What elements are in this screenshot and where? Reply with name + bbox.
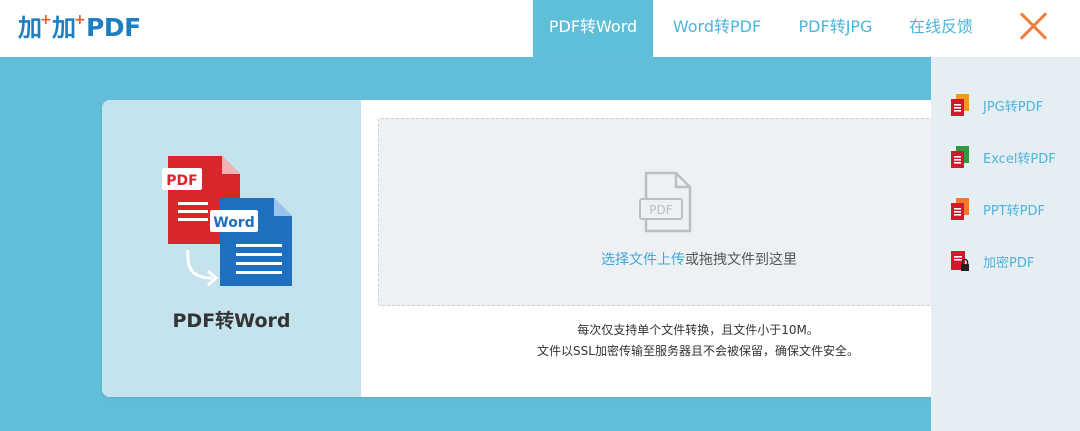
- side-item-label: 加密PDF: [983, 255, 1035, 271]
- side-item-label: Excel转PDF: [983, 151, 1056, 167]
- top-bar: 加 + 加 + PDF PDF转Word Word转PDF PDF转JPG 在线…: [0, 0, 1080, 57]
- tool-panel: PDF Word PDF转Word: [102, 100, 361, 397]
- svg-text:PDF: PDF: [86, 13, 141, 42]
- logo-icon: 加 + 加 + PDF: [18, 12, 141, 42]
- svg-text:+: +: [74, 12, 85, 28]
- nav-tab-feedback[interactable]: 在线反馈: [898, 0, 984, 57]
- jpg-to-pdf-icon: [951, 94, 969, 116]
- site-logo[interactable]: 加 + 加 + PDF: [18, 10, 158, 44]
- side-item-encrypt-pdf[interactable]: 加密PDF: [949, 248, 1034, 274]
- dropzone-text: 选择文件上传或拖拽文件到这里: [379, 249, 962, 269]
- dropzone-icon-label: PDF: [649, 203, 672, 217]
- close-icon[interactable]: [1013, 6, 1053, 46]
- upload-notes: 每次仅支持单个文件转换，且文件小于10M。 文件以SSL加密传输至服务器且不会被…: [378, 320, 962, 362]
- side-item-ppt-to-pdf[interactable]: PPT转PDF: [949, 196, 1045, 222]
- side-item-jpg-to-pdf[interactable]: JPG转PDF: [949, 92, 1043, 118]
- nav-tab-word-to-pdf[interactable]: Word转PDF: [662, 0, 772, 57]
- svg-text:加: 加: [52, 14, 76, 42]
- note-line-2: 文件以SSL加密传输至服务器且不会被保留，确保文件安全。: [537, 344, 859, 358]
- nav-tab-pdf-to-word[interactable]: PDF转Word: [533, 0, 653, 57]
- file-dropzone[interactable]: PDF 选择文件上传或拖拽文件到这里: [378, 118, 962, 306]
- nav-tab-pdf-to-jpg[interactable]: PDF转JPG: [788, 0, 883, 57]
- svg-text:+: +: [40, 12, 51, 28]
- encrypt-pdf-icon: [951, 251, 969, 271]
- ppt-to-pdf-icon: [951, 198, 969, 220]
- dropzone-hint: 或拖拽文件到这里: [685, 252, 797, 268]
- illustration-pdf-label: PDF: [166, 173, 197, 189]
- side-menu: JPG转PDF Excel转PDF PPT转PDF 加密PDF: [931, 57, 1080, 431]
- illustration-word-label: Word: [213, 215, 255, 231]
- tool-title: PDF转Word: [172, 310, 291, 332]
- select-file-link[interactable]: 选择文件上传: [601, 252, 685, 268]
- pdf-to-word-illustration-icon: PDF Word: [162, 156, 292, 287]
- side-item-label: JPG转PDF: [983, 99, 1044, 115]
- side-item-label: PPT转PDF: [983, 203, 1045, 219]
- note-line-1: 每次仅支持单个文件转换，且文件小于10M。: [577, 323, 819, 337]
- side-item-excel-to-pdf[interactable]: Excel转PDF: [949, 144, 1056, 170]
- pdf-file-icon: PDF: [639, 171, 692, 233]
- converter-card: PDF Word PDF转Word PDF 选择文件上传或拖拽文件到这里 每次仅…: [102, 100, 962, 397]
- svg-text:加: 加: [18, 14, 42, 42]
- excel-to-pdf-icon: [951, 146, 969, 168]
